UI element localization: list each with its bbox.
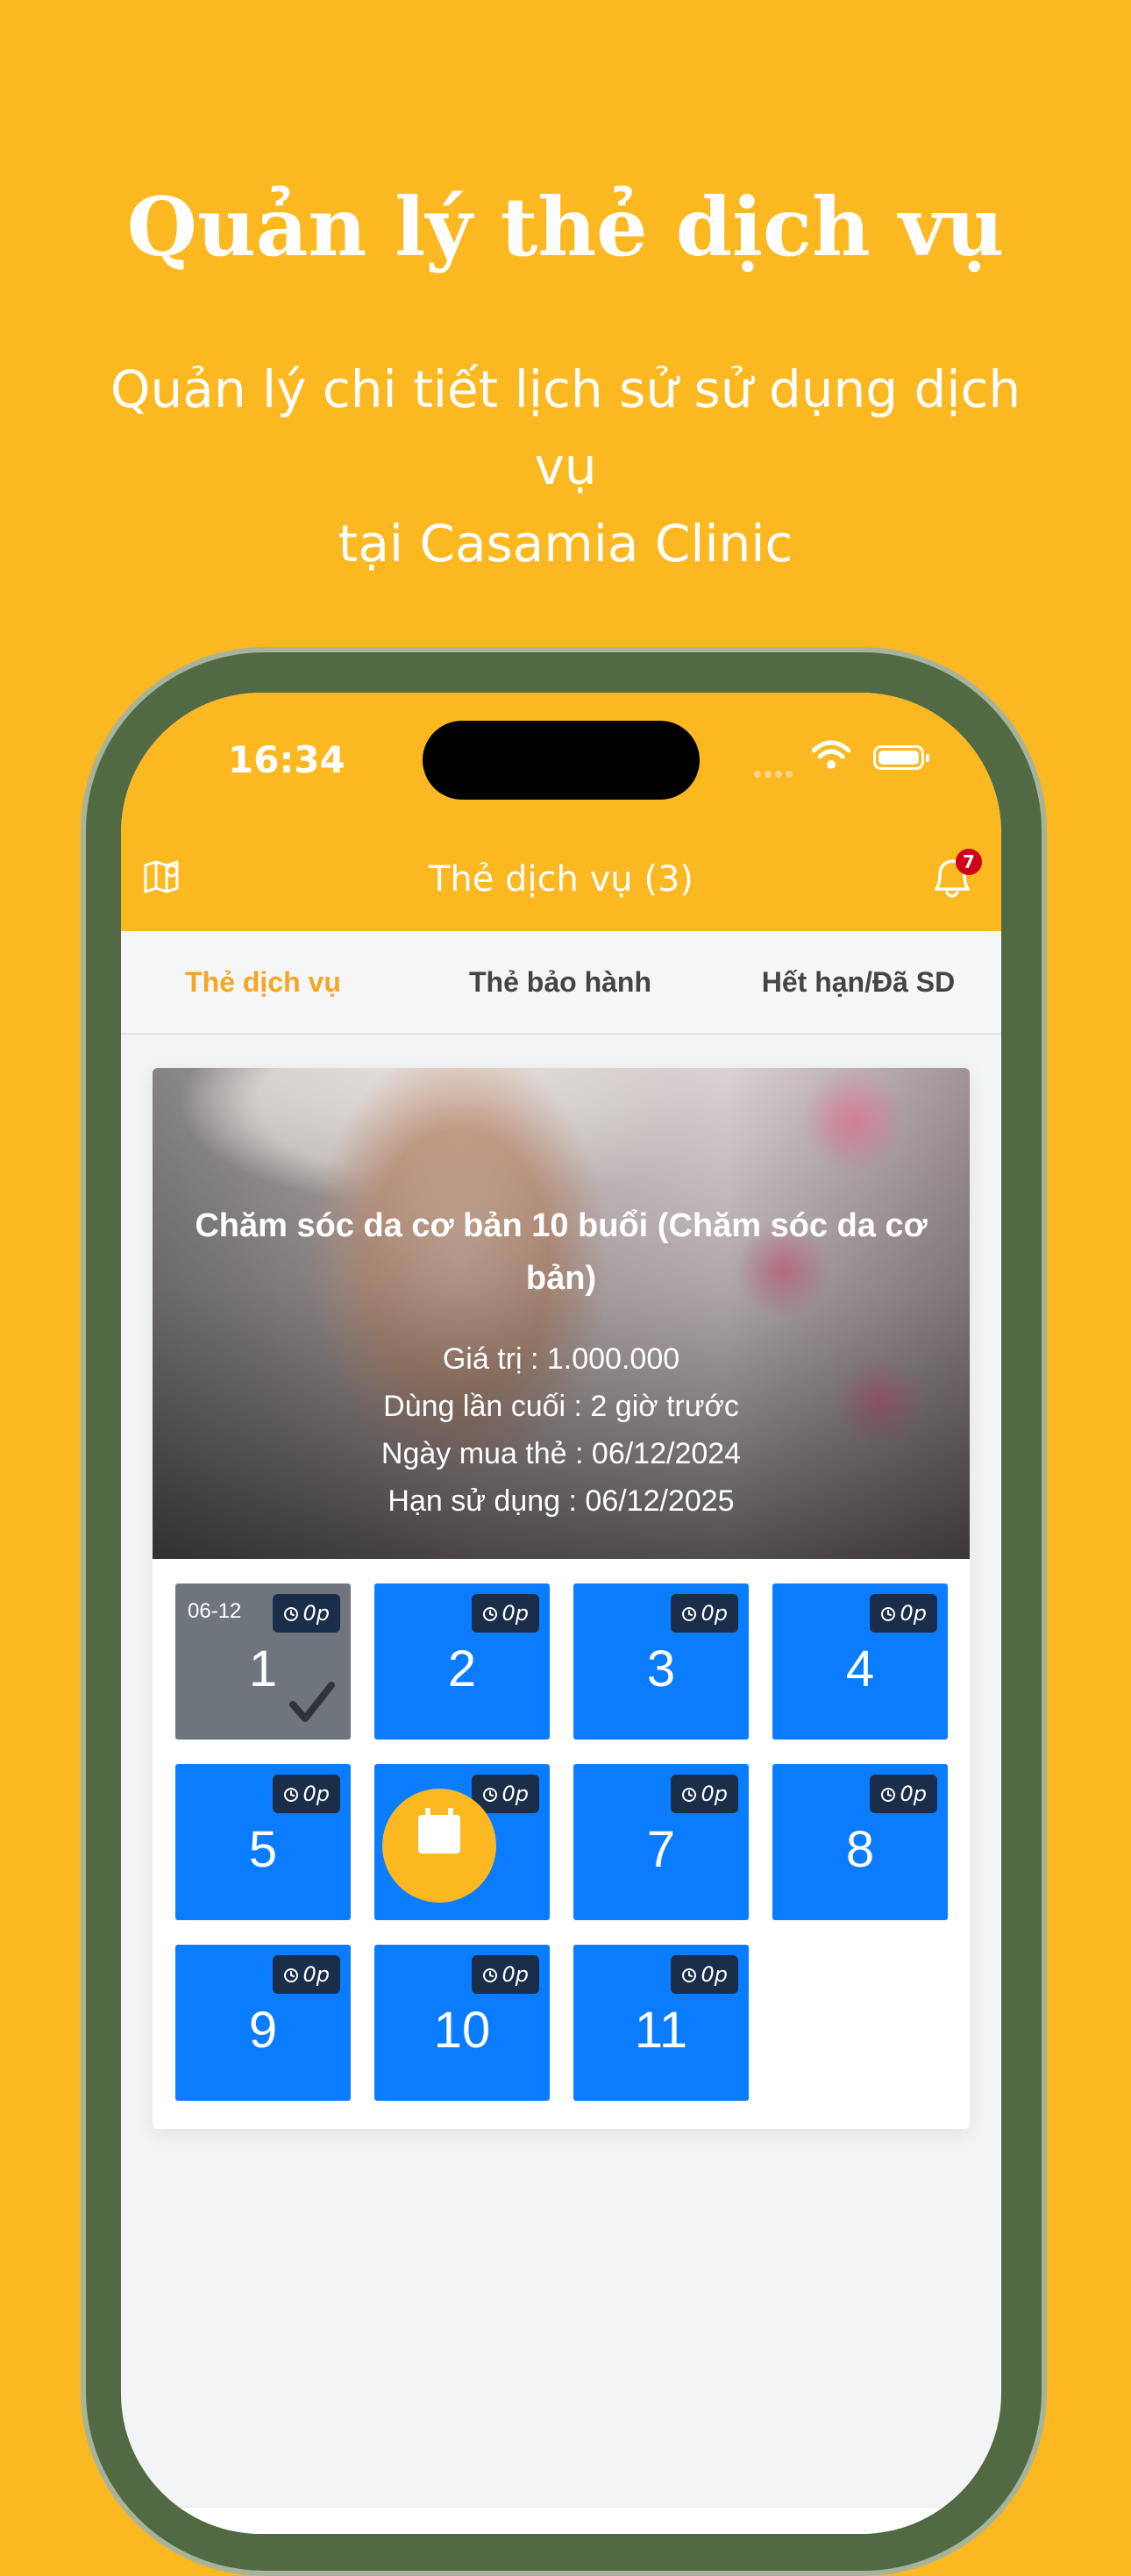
- promo-subtitle: Quản lý chi tiết lịch sử sử dụng dịch vụ…: [88, 351, 1043, 582]
- card-last-used: Dùng lần cuối : 2 giờ trước: [383, 1390, 739, 1423]
- status-time: 16:34: [228, 738, 345, 781]
- tab-bar: Thẻ dịch vụ Thẻ bảo hành Hết hạn/Đã SD: [121, 931, 1001, 1035]
- session-tile[interactable]: 0p 3: [573, 1583, 749, 1740]
- cellular-signal-icon: [754, 765, 796, 781]
- session-number: 8: [845, 1821, 875, 1878]
- tab-expired-used[interactable]: Hết hạn/Đã SD: [715, 931, 1001, 1033]
- session-number: 7: [646, 1821, 676, 1878]
- session-duration: 0p: [870, 1775, 937, 1813]
- calendar-button[interactable]: [382, 1789, 496, 1903]
- bottom-tab-bar: [121, 2507, 1001, 2534]
- card-expiry-date: Hạn sử dụng : 06/12/2025: [388, 1484, 735, 1518]
- promo-title: Quản lý thẻ dịch vụ: [126, 180, 1005, 274]
- dynamic-island: [423, 721, 700, 800]
- session-tile[interactable]: 0p 8: [772, 1764, 948, 1920]
- session-duration: 0p: [671, 1594, 738, 1633]
- session-duration: 0p: [273, 1955, 340, 1994]
- battery-icon: [873, 745, 929, 770]
- checkmark-icon: [289, 1682, 335, 1722]
- session-tile[interactable]: 0p 9: [175, 1945, 351, 2101]
- session-number: 4: [845, 1640, 875, 1697]
- session-duration: 0p: [472, 1955, 539, 1994]
- session-tile[interactable]: 0p 11: [573, 1945, 749, 2101]
- tab-service-cards[interactable]: Thẻ dịch vụ: [121, 931, 405, 1033]
- notification-badge: 7: [956, 849, 982, 875]
- session-tile[interactable]: 0p 10: [374, 1945, 550, 2101]
- page-title: Thẻ dịch vụ (3): [428, 859, 694, 900]
- session-duration: 0p: [870, 1594, 937, 1633]
- session-number: 10: [433, 2002, 491, 2059]
- session-number: 11: [634, 2002, 688, 2059]
- card-info: Giá trị : 1.000.000 Dùng lần cuối : 2 gi…: [153, 1335, 970, 1525]
- session-duration: 0p: [273, 1775, 340, 1813]
- session-tile[interactable]: 0p 7: [573, 1764, 749, 1920]
- session-tile[interactable]: 0p 2: [374, 1583, 550, 1740]
- service-card[interactable]: Chăm sóc da cơ bản 10 buổi (Chăm sóc da …: [153, 1068, 970, 2129]
- app-header: 16:34 Thẻ dịch vụ (3) 7: [121, 693, 1001, 931]
- card-hero-image: Chăm sóc da cơ bản 10 buổi (Chăm sóc da …: [153, 1068, 970, 1559]
- session-number: 5: [248, 1821, 278, 1878]
- session-tile[interactable]: 0p 4: [772, 1583, 948, 1740]
- promo-subtitle-line-2: tại Casamia Clinic: [338, 514, 793, 573]
- calendar-icon: [418, 1808, 460, 1854]
- session-date: 06-12: [188, 1599, 242, 1623]
- promo-subtitle-line-1: Quản lý chi tiết lịch sử sử dụng dịch vụ: [110, 359, 1021, 496]
- card-title: Chăm sóc da cơ bản 10 buổi (Chăm sóc da …: [195, 1207, 928, 1297]
- session-tile[interactable]: 0p 06-12 1: [175, 1583, 351, 1740]
- session-tile[interactable]: 0p 5: [175, 1764, 351, 1920]
- session-duration: 0p: [273, 1594, 340, 1633]
- phone-screen: 16:34 Thẻ dịch vụ (3) 7 Thẻ dịch vụ Thẻ …: [121, 693, 1001, 2534]
- tab-warranty-cards[interactable]: Thẻ bảo hành: [405, 931, 715, 1033]
- session-duration: 0p: [671, 1775, 738, 1813]
- wifi-icon: [812, 740, 850, 769]
- session-duration: 0p: [671, 1955, 738, 1994]
- card-value: Giá trị : 1.000.000: [442, 1342, 680, 1376]
- card-purchase-date: Ngày mua thẻ : 06/12/2024: [381, 1437, 742, 1470]
- session-duration: 0p: [472, 1594, 539, 1633]
- session-number: 9: [248, 2002, 278, 2059]
- session-number: 3: [646, 1640, 676, 1697]
- session-number: 2: [447, 1640, 477, 1697]
